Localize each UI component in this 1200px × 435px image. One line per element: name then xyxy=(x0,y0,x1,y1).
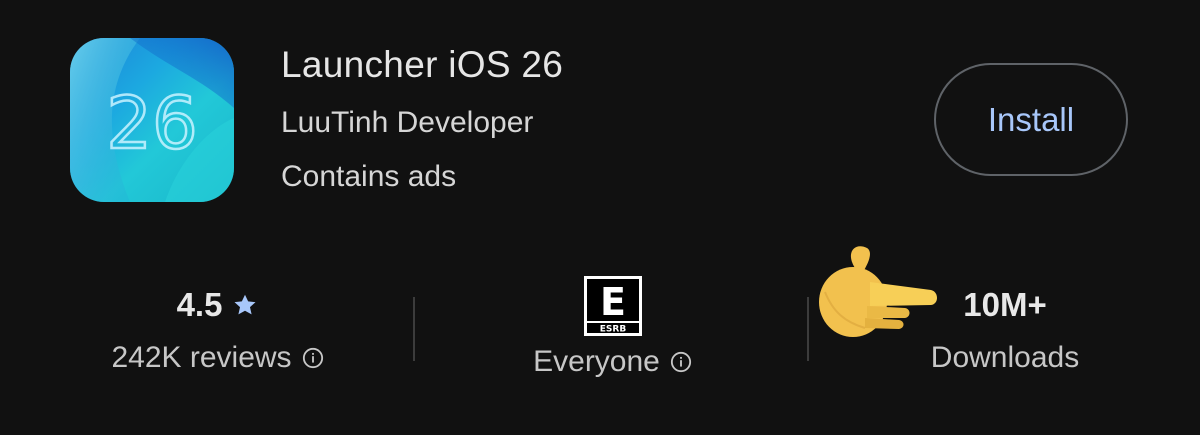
svg-text:26: 26 xyxy=(106,81,198,165)
downloads-label: Downloads xyxy=(930,341,1080,374)
rating-value-row: 4.5 xyxy=(90,283,345,327)
ads-notice: Contains ads xyxy=(281,160,457,193)
svg-text:ESRB: ESRB xyxy=(599,325,626,335)
app-title: Launcher iOS 26 xyxy=(281,44,564,85)
stat-divider xyxy=(807,297,809,361)
esrb-badge-icon: E ESRB xyxy=(583,276,642,336)
reviews-count: 242K reviews xyxy=(111,341,292,374)
developer-link[interactable]: LuuTinh Developer xyxy=(281,106,533,140)
content-rating-label-row: Everyone xyxy=(480,345,745,379)
rating-label-row: 242K reviews xyxy=(90,341,345,375)
app-icon-graphic: 26 xyxy=(70,38,234,202)
stat-divider xyxy=(413,297,415,361)
content-rating-label: Everyone xyxy=(533,345,660,378)
svg-text:E: E xyxy=(600,280,626,324)
downloads-stat: 10M+ Downloads xyxy=(890,283,1120,375)
rating-stat[interactable]: 4.5 242K reviews xyxy=(90,283,345,375)
install-button[interactable]: Install xyxy=(934,63,1128,176)
downloads-value: 10M+ xyxy=(963,286,1047,323)
star-icon xyxy=(234,294,256,315)
info-icon[interactable] xyxy=(670,351,692,373)
rating-value: 4.5 xyxy=(176,286,223,323)
content-rating-stat[interactable]: E ESRB Everyone xyxy=(480,275,745,379)
app-icon: 26 xyxy=(70,38,234,202)
info-icon[interactable] xyxy=(302,347,324,369)
